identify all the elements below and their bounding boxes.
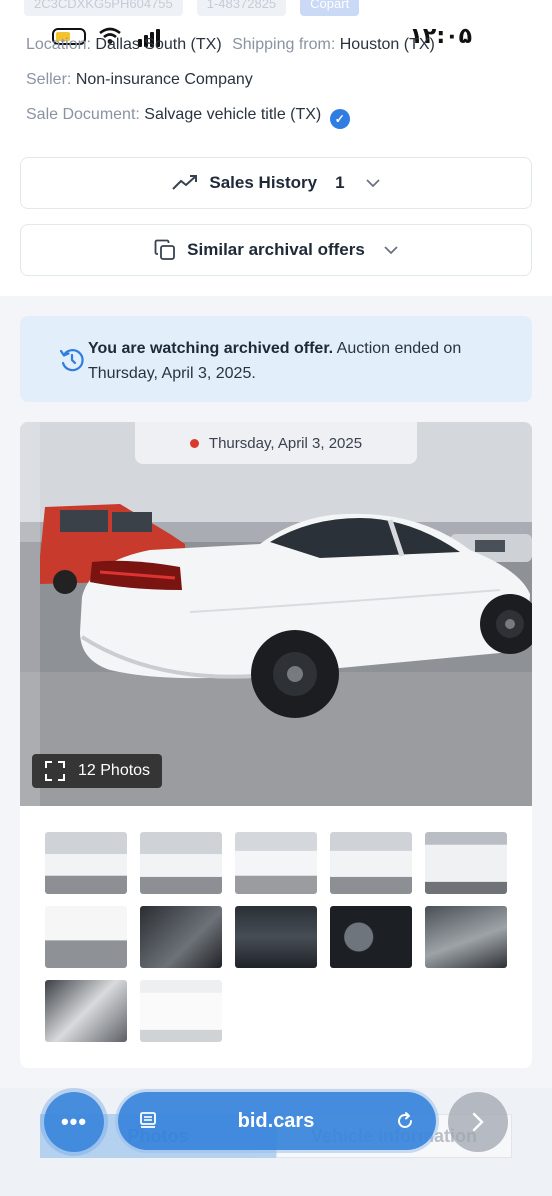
location-row: Location: Dallas South (TX) Shipping fro… xyxy=(26,36,435,54)
vehicle-info-card: 2C3CDXKG5PH604755 1-48372825 Copart ۱۲:۰… xyxy=(0,0,552,296)
thumbnail[interactable] xyxy=(425,906,507,968)
notice-title: You are watching archived offer. xyxy=(88,340,334,357)
thumbnail[interactable] xyxy=(45,832,127,894)
thumbnail[interactable] xyxy=(45,906,127,968)
fullscreen-icon xyxy=(45,761,65,781)
thumbnail[interactable] xyxy=(140,832,222,894)
photos-count-button[interactable]: 12 Photos xyxy=(32,754,163,788)
shipping-label: Shipping from: xyxy=(232,36,336,53)
archived-offer-notice: You are watching archived offer. Auction… xyxy=(20,316,532,402)
thumbnail[interactable] xyxy=(140,980,222,1042)
document-row: Sale Document: Salvage vehicle title (TX… xyxy=(26,106,350,129)
forward-button[interactable] xyxy=(448,1092,508,1152)
address-url: bid.cars xyxy=(237,1109,315,1132)
thumbnail[interactable] xyxy=(140,906,222,968)
copy-icon xyxy=(154,239,176,260)
similar-offers-button[interactable]: Similar archival offers xyxy=(20,224,532,276)
auction-date: Thursday, April 3, 2025 xyxy=(208,434,363,452)
address-bar[interactable]: bid.cars xyxy=(118,1092,436,1150)
thumbnail[interactable] xyxy=(235,832,317,894)
browser-bottom-bar: Photos Vehicle information ••• bid.cars xyxy=(0,1088,552,1196)
location-value: Dallas South (TX) xyxy=(95,36,222,53)
seller-row: Seller: Non-insurance Company xyxy=(26,71,253,89)
sales-history-label: Sales History xyxy=(209,173,318,192)
seller-value: Non-insurance Company xyxy=(75,71,253,88)
location-label: Location: xyxy=(26,36,91,53)
similar-offers-label: Similar archival offers xyxy=(187,240,365,259)
verified-check-icon: ✓ xyxy=(329,109,350,129)
main-vehicle-photo[interactable]: Thursday, April 3, 2025 12 Photos xyxy=(20,422,532,806)
gallery-card: Thursday, April 3, 2025 12 Photos xyxy=(20,422,532,1068)
vin-ghost-text: 2C3CDXKG5PH604755 xyxy=(24,0,183,16)
more-dots-icon: ••• xyxy=(60,1109,88,1134)
seller-label: Seller: xyxy=(26,71,72,88)
sales-history-button[interactable]: Sales History 1 xyxy=(20,157,532,209)
thumbnail[interactable] xyxy=(330,906,412,968)
vehicle-photo-illustration xyxy=(20,422,532,806)
thumbnail[interactable] xyxy=(45,980,127,1042)
status-dot xyxy=(189,438,199,448)
lot-ghost-text: 1-48372825 xyxy=(196,0,287,16)
document-value: Salvage vehicle title (TX) xyxy=(144,106,322,123)
document-label: Sale Document: xyxy=(26,106,140,123)
reload-icon[interactable] xyxy=(394,1110,416,1132)
chevron-down-icon xyxy=(365,179,380,188)
thumbnail[interactable] xyxy=(235,906,317,968)
shipping-value: Houston (TX) xyxy=(339,36,435,53)
sales-history-count: 1 xyxy=(335,173,345,192)
page-menu-icon xyxy=(140,1112,156,1128)
trending-up-icon xyxy=(172,175,198,190)
history-icon xyxy=(59,349,84,372)
chevron-down-icon xyxy=(384,246,398,255)
chevron-right-icon xyxy=(472,1112,484,1132)
ghost-header-row: 2C3CDXKG5PH604755 1-48372825 Copart xyxy=(24,0,360,16)
more-options-button[interactable]: ••• xyxy=(44,1092,104,1152)
thumbnail[interactable] xyxy=(425,832,507,894)
auction-ghost-badge: Copart xyxy=(300,0,360,16)
home-indicator-area xyxy=(0,1188,552,1196)
photos-count-label: 12 Photos xyxy=(78,762,151,779)
auction-date-pill: Thursday, April 3, 2025 xyxy=(135,422,417,464)
thumbnail[interactable] xyxy=(330,832,412,894)
